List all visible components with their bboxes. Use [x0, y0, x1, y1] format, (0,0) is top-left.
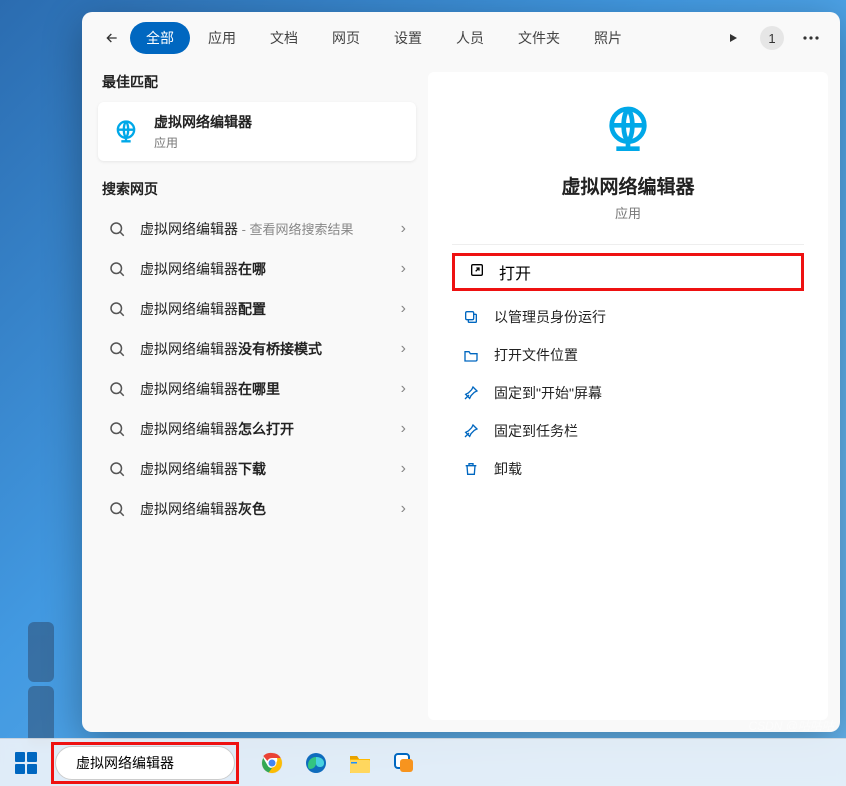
- best-match-sub: 应用: [154, 134, 252, 151]
- filter-tab-4[interactable]: 设置: [378, 22, 438, 54]
- action-label: 打开文件位置: [494, 345, 578, 365]
- search-icon: [108, 340, 126, 358]
- filter-tabs: 全部应用文档网页设置人员文件夹照片: [130, 22, 716, 54]
- action-label: 固定到"开始"屏幕: [494, 383, 602, 403]
- action-pin[interactable]: 固定到任务栏: [452, 413, 804, 449]
- action-label: 固定到任务栏: [494, 421, 578, 441]
- best-match-title: 虚拟网络编辑器: [154, 112, 252, 132]
- web-search-heading: 搜索网页: [94, 179, 420, 209]
- web-result-item[interactable]: 虚拟网络编辑器灰色 ›: [94, 489, 420, 529]
- detail-pane: 虚拟网络编辑器 应用 打开以管理员身份运行打开文件位置固定到"开始"屏幕固定到任…: [428, 72, 828, 720]
- filter-tab-5[interactable]: 人员: [440, 22, 500, 54]
- web-result-label: 虚拟网络编辑器 - 查看网络搜索结果: [140, 219, 387, 239]
- action-open[interactable]: 打开: [452, 253, 804, 291]
- search-icon: [108, 460, 126, 478]
- detail-sub: 应用: [615, 203, 641, 222]
- ellipsis-icon: [803, 36, 819, 40]
- web-result-label: 虚拟网络编辑器配置: [140, 299, 387, 319]
- web-result-item[interactable]: 虚拟网络编辑器在哪 ›: [94, 249, 420, 289]
- results-column: 最佳匹配 虚拟网络编辑器 应用 搜索网页 虚拟网络编辑器 - 查看网络搜索结果 ›…: [94, 72, 420, 720]
- search-icon: [108, 260, 126, 278]
- chevron-right-icon: ›: [401, 420, 406, 438]
- search-icon: [108, 300, 126, 318]
- edge-icon: [304, 751, 328, 775]
- taskbar-search-input[interactable]: [76, 755, 257, 771]
- web-result-label: 虚拟网络编辑器没有桥接模式: [140, 339, 387, 359]
- web-result-label: 虚拟网络编辑器在哪: [140, 259, 387, 279]
- web-result-label: 虚拟网络编辑器在哪里: [140, 379, 387, 399]
- filter-tab-6[interactable]: 文件夹: [502, 22, 576, 54]
- web-result-item[interactable]: 虚拟网络编辑器配置 ›: [94, 289, 420, 329]
- best-match-heading: 最佳匹配: [94, 72, 420, 102]
- action-label: 卸载: [494, 459, 522, 479]
- search-panel: 全部应用文档网页设置人员文件夹照片 1 最佳匹配 虚拟网络编辑器 应用: [82, 12, 840, 732]
- edge-app[interactable]: [302, 749, 330, 777]
- chevron-right-icon: ›: [401, 500, 406, 518]
- separator: [452, 244, 804, 245]
- folder-icon: [348, 752, 372, 774]
- web-result-label: 虚拟网络编辑器灰色: [140, 499, 387, 519]
- filter-tab-1[interactable]: 应用: [192, 22, 252, 54]
- preview-play-button[interactable]: [720, 25, 746, 51]
- trash-icon: [462, 460, 480, 478]
- chevron-right-icon: ›: [401, 300, 406, 318]
- action-folder[interactable]: 打开文件位置: [452, 337, 804, 373]
- chevron-right-icon: ›: [401, 220, 406, 238]
- chevron-right-icon: ›: [401, 340, 406, 358]
- watermark-text: CSDN @咕咕咕: [748, 717, 834, 734]
- filter-tab-7[interactable]: 照片: [578, 22, 638, 54]
- arrow-left-icon: [104, 30, 120, 46]
- filter-tab-0[interactable]: 全部: [130, 22, 190, 54]
- chevron-right-icon: ›: [401, 460, 406, 478]
- file-explorer-app[interactable]: [346, 749, 374, 777]
- web-result-item[interactable]: 虚拟网络编辑器怎么打开 ›: [94, 409, 420, 449]
- chevron-right-icon: ›: [401, 260, 406, 278]
- action-list: 打开以管理员身份运行打开文件位置固定到"开始"屏幕固定到任务栏卸载: [452, 253, 804, 487]
- web-result-label: 虚拟网络编辑器下载: [140, 459, 387, 479]
- chrome-icon: [260, 751, 284, 775]
- globe-icon: [110, 116, 142, 148]
- vmware-app[interactable]: [390, 749, 418, 777]
- web-result-item[interactable]: 虚拟网络编辑器下载 ›: [94, 449, 420, 489]
- start-button[interactable]: [10, 747, 42, 779]
- chevron-right-icon: ›: [401, 380, 406, 398]
- detail-title: 虚拟网络编辑器: [561, 172, 694, 199]
- web-result-item[interactable]: 虚拟网络编辑器在哪里 ›: [94, 369, 420, 409]
- windows-logo-icon: [15, 752, 37, 774]
- more-options-button[interactable]: [798, 25, 824, 51]
- taskbar-search[interactable]: [55, 746, 235, 780]
- panel-header: 全部应用文档网页设置人员文件夹照片 1: [82, 12, 840, 72]
- web-result-list: 虚拟网络编辑器 - 查看网络搜索结果›虚拟网络编辑器在哪›虚拟网络编辑器配置›虚…: [94, 209, 420, 529]
- action-label: 打开: [499, 260, 531, 284]
- folder-icon: [462, 346, 480, 364]
- search-icon: [108, 420, 126, 438]
- detail-hero: 虚拟网络编辑器 应用: [452, 92, 804, 222]
- taskbar: [0, 738, 846, 786]
- action-trash[interactable]: 卸载: [452, 451, 804, 487]
- best-match-item[interactable]: 虚拟网络编辑器 应用: [98, 102, 416, 161]
- shield-icon: [462, 308, 480, 326]
- web-result-item[interactable]: 虚拟网络编辑器没有桥接模式 ›: [94, 329, 420, 369]
- globe-icon: [600, 102, 656, 158]
- pin-icon: [462, 422, 480, 440]
- filter-tab-2[interactable]: 文档: [254, 22, 314, 54]
- web-result-label: 虚拟网络编辑器怎么打开: [140, 419, 387, 439]
- result-count-badge: 1: [760, 26, 784, 50]
- action-label: 以管理员身份运行: [494, 307, 606, 327]
- open-icon: [469, 262, 485, 283]
- chrome-app[interactable]: [258, 749, 286, 777]
- pin-icon: [462, 384, 480, 402]
- action-pin[interactable]: 固定到"开始"屏幕: [452, 375, 804, 411]
- web-result-item[interactable]: 虚拟网络编辑器 - 查看网络搜索结果 ›: [94, 209, 420, 249]
- search-icon: [108, 500, 126, 518]
- play-icon: [727, 32, 739, 44]
- search-icon: [108, 380, 126, 398]
- action-shield[interactable]: 以管理员身份运行: [452, 299, 804, 335]
- filter-tab-3[interactable]: 网页: [316, 22, 376, 54]
- vmware-icon: [392, 751, 416, 775]
- back-button[interactable]: [98, 24, 126, 52]
- search-icon: [108, 220, 126, 238]
